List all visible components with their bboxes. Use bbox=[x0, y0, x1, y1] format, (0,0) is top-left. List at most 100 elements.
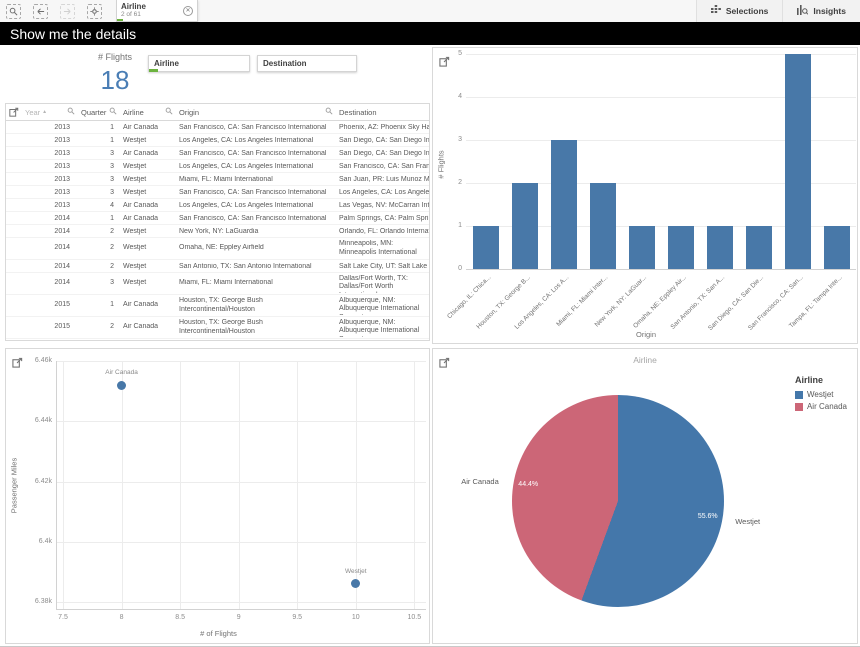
export-icon[interactable] bbox=[12, 355, 23, 373]
cell-quarter[interactable]: 1 bbox=[78, 215, 120, 222]
scatter-point[interactable] bbox=[351, 579, 360, 588]
legend-item-westjet[interactable]: Westjet bbox=[795, 390, 847, 399]
cell-origin[interactable]: Houston, TX: George Bush Intercontinenta… bbox=[176, 319, 336, 336]
cell-airline[interactable]: Air Canada bbox=[120, 150, 176, 157]
cell-origin[interactable]: Omaha, NE: Eppley Airfield bbox=[176, 244, 336, 253]
cell-origin[interactable]: Los Angeles, CA: Los Angeles Internation… bbox=[176, 202, 336, 209]
cell-quarter[interactable]: 2 bbox=[78, 323, 120, 332]
cell-year[interactable]: 2014 bbox=[22, 228, 78, 235]
legend-item-air-canada[interactable]: Air Canada bbox=[795, 402, 847, 411]
export-icon[interactable] bbox=[6, 104, 22, 120]
cell-origin[interactable]: New York, NY: LaGuardia bbox=[176, 228, 336, 235]
cell-origin[interactable]: San Antonio, TX: San Antonio Internation… bbox=[176, 263, 336, 270]
cell-destination[interactable]: Las Vegas, NV: McCarran International bbox=[336, 202, 429, 209]
cell-airline[interactable]: Westjet bbox=[120, 163, 176, 170]
bar[interactable] bbox=[707, 226, 733, 269]
cell-airline[interactable]: Air Canada bbox=[120, 323, 176, 332]
table-row[interactable]: 20143WestjetMiami, FL: Miami Internation… bbox=[6, 273, 429, 295]
cell-origin[interactable]: Miami, FL: Miami International bbox=[176, 279, 336, 288]
table-row[interactable]: 20141Air CanadaSan Francisco, CA: San Fr… bbox=[6, 212, 429, 225]
table-row[interactable]: 20131Air CanadaSan Francisco, CA: San Fr… bbox=[6, 121, 429, 134]
column-header-quarter[interactable]: Quarter bbox=[78, 104, 120, 120]
bar[interactable] bbox=[473, 226, 499, 269]
bar[interactable] bbox=[551, 140, 577, 269]
cell-airline[interactable]: Westjet bbox=[120, 189, 176, 196]
cell-quarter[interactable]: 1 bbox=[78, 301, 120, 310]
table-row[interactable]: 20134Air CanadaLos Angeles, CA: Los Ange… bbox=[6, 199, 429, 212]
cell-destination[interactable]: Minneapolis, MN: Minneapolis Internation… bbox=[336, 240, 429, 257]
cell-destination[interactable]: Salt Lake City, UT: Salt Lake City Inter… bbox=[336, 263, 429, 270]
cell-origin[interactable]: Los Angeles, CA: Los Angeles Internation… bbox=[176, 163, 336, 170]
cell-quarter[interactable]: 2 bbox=[78, 263, 120, 270]
cell-destination[interactable]: San Diego, CA: San Diego International bbox=[336, 137, 429, 144]
cell-quarter[interactable]: 4 bbox=[78, 202, 120, 209]
step-back-icon[interactable] bbox=[33, 4, 48, 19]
close-icon[interactable]: ✕ bbox=[183, 6, 193, 16]
cell-airline[interactable]: Westjet bbox=[120, 176, 176, 183]
cell-airline[interactable]: Air Canada bbox=[120, 301, 176, 310]
cell-quarter[interactable]: 1 bbox=[78, 137, 120, 144]
table-row[interactable]: 20131WestjetLos Angeles, CA: Los Angeles… bbox=[6, 134, 429, 147]
cell-origin[interactable]: San Francisco, CA: San Francisco Interna… bbox=[176, 189, 336, 196]
cell-year[interactable]: 2013 bbox=[22, 163, 78, 170]
bar[interactable] bbox=[668, 226, 694, 269]
cell-airline[interactable]: Air Canada bbox=[120, 124, 176, 131]
cell-destination[interactable]: Los Angeles, CA: Los Angeles Internation… bbox=[336, 189, 429, 196]
cell-airline[interactable]: Westjet bbox=[120, 279, 176, 288]
cell-destination[interactable]: Palm Springs, CA: Palm Springs Internati… bbox=[336, 215, 429, 222]
cell-destination[interactable]: Orlando, FL: Orlando International bbox=[336, 228, 429, 235]
table-row[interactable]: 20133WestjetSan Francisco, CA: San Franc… bbox=[6, 186, 429, 199]
column-header-origin[interactable]: Origin bbox=[176, 104, 336, 120]
filter-airline[interactable]: Airline bbox=[148, 55, 250, 72]
cell-origin[interactable]: San Francisco, CA: San Francisco Interna… bbox=[176, 215, 336, 222]
table-row[interactable]: 20152Air CanadaHouston, TX: George Bush … bbox=[6, 317, 429, 339]
cell-airline[interactable]: Westjet bbox=[120, 228, 176, 235]
search-icon[interactable] bbox=[165, 107, 173, 117]
cell-quarter[interactable]: 3 bbox=[78, 279, 120, 288]
scatter-point[interactable] bbox=[117, 381, 126, 390]
cell-origin[interactable]: Los Angeles, CA: Los Angeles Internation… bbox=[176, 137, 336, 144]
smart-search-icon[interactable] bbox=[6, 4, 21, 19]
bar[interactable] bbox=[590, 183, 616, 269]
insights-button[interactable]: Insights bbox=[782, 0, 860, 22]
pie-chart[interactable] bbox=[512, 395, 724, 607]
cell-quarter[interactable]: 2 bbox=[78, 244, 120, 253]
search-icon[interactable] bbox=[109, 107, 117, 117]
cell-destination[interactable]: San Juan, PR: Luis Munoz Marin Internati… bbox=[336, 176, 429, 183]
cell-year[interactable]: 2013 bbox=[22, 202, 78, 209]
cell-year[interactable]: 2013 bbox=[22, 176, 78, 183]
column-header-destination[interactable]: Destination bbox=[336, 104, 429, 120]
export-icon[interactable] bbox=[439, 355, 450, 373]
cell-year[interactable]: 2013 bbox=[22, 189, 78, 196]
table-row[interactable]: 20133Air CanadaSan Francisco, CA: San Fr… bbox=[6, 147, 429, 160]
cell-origin[interactable]: Houston, TX: George Bush Intercontinenta… bbox=[176, 297, 336, 314]
cell-airline[interactable]: Westjet bbox=[120, 263, 176, 270]
export-icon[interactable] bbox=[439, 54, 450, 72]
cell-origin[interactable]: Miami, FL: Miami International bbox=[176, 176, 336, 183]
cell-airline[interactable]: Westjet bbox=[120, 137, 176, 144]
cell-origin[interactable]: San Francisco, CA: San Francisco Interna… bbox=[176, 150, 336, 157]
cell-year[interactable]: 2013 bbox=[22, 137, 78, 144]
cell-destination[interactable]: Phoenix, AZ: Phoenix Sky Harbor Internat… bbox=[336, 124, 429, 131]
table-row[interactable]: 20142WestjetNew York, NY: LaGuardiaOrlan… bbox=[6, 225, 429, 238]
gear-icon[interactable] bbox=[87, 4, 102, 19]
cell-quarter[interactable]: 2 bbox=[78, 228, 120, 235]
column-header-airline[interactable]: Airline bbox=[120, 104, 176, 120]
bar[interactable] bbox=[785, 54, 811, 269]
cell-year[interactable]: 2014 bbox=[22, 263, 78, 270]
cell-year[interactable]: 2014 bbox=[22, 244, 78, 253]
selections-button[interactable]: Selections bbox=[696, 0, 783, 22]
bar[interactable] bbox=[746, 226, 772, 269]
cell-origin[interactable]: San Francisco, CA: San Francisco Interna… bbox=[176, 124, 336, 131]
cell-destination[interactable]: San Diego, CA: San Diego International bbox=[336, 150, 429, 157]
table-row[interactable]: 20142WestjetSan Antonio, TX: San Antonio… bbox=[6, 260, 429, 273]
cell-year[interactable]: 2013 bbox=[22, 124, 78, 131]
cell-destination[interactable]: Albuquerque, NM: Albuquerque Internation… bbox=[336, 297, 429, 315]
cell-airline[interactable]: Air Canada bbox=[120, 215, 176, 222]
cell-quarter[interactable]: 3 bbox=[78, 176, 120, 183]
filter-destination[interactable]: Destination bbox=[257, 55, 357, 72]
cell-year[interactable]: 2015 bbox=[22, 301, 78, 310]
cell-airline[interactable]: Air Canada bbox=[120, 202, 176, 209]
search-icon[interactable] bbox=[325, 107, 333, 117]
selection-chip-airline[interactable]: Airline 2 of 61 ✕ bbox=[116, 0, 198, 22]
